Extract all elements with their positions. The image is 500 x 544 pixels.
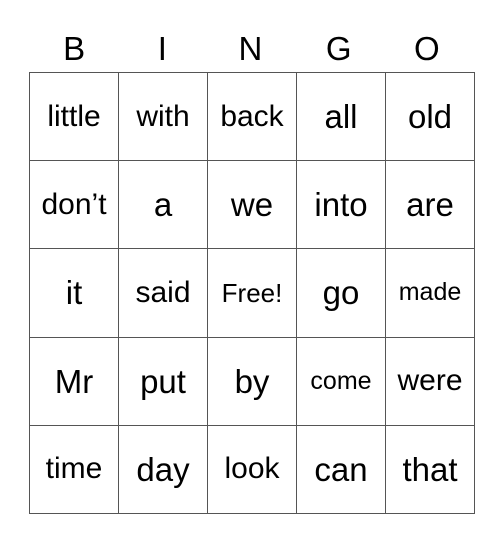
header-letter-i: I [157,30,167,67]
header-letter-o: O [414,30,440,67]
header-letter-n: N [238,30,263,67]
bingo-board: little with back all old don’t a we into… [29,71,475,515]
bingo-cell[interactable]: little [29,71,119,162]
bingo-cell[interactable]: into [296,160,386,250]
bingo-cell[interactable]: by [207,336,297,426]
bingo-cell[interactable]: put [118,336,208,426]
header-letter-b: B [63,30,86,67]
bingo-cell[interactable]: made [385,248,475,338]
bingo-cell[interactable]: day [118,424,208,515]
bingo-cell[interactable]: a [118,160,208,250]
bingo-cell[interactable]: don’t [29,160,119,250]
bingo-cell[interactable]: time [29,424,119,515]
header-letter-g: G [325,30,352,67]
bingo-cell[interactable]: old [385,71,475,162]
bingo-cell[interactable]: can [296,424,386,515]
bingo-cell[interactable]: look [207,424,297,515]
bingo-cell[interactable]: Mr [29,336,119,426]
bingo-cell[interactable]: said [118,248,208,338]
bingo-cell[interactable]: we [207,160,297,250]
bingo-cell[interactable]: back [207,71,297,162]
board-row: time day look can that [29,424,475,515]
board-row: don’t a we into are [29,160,475,250]
bingo-cell[interactable]: are [385,160,475,250]
bingo-header: B I N G O [30,26,471,72]
bingo-cell[interactable]: that [385,424,475,515]
bingo-cell[interactable]: come [296,336,386,426]
board-row: Mr put by come were [29,336,475,426]
bingo-cell[interactable]: all [296,71,386,162]
board-row: it said Free! go made [29,248,475,338]
free-space-cell[interactable]: Free! [207,248,297,338]
bingo-cell[interactable]: go [296,248,386,338]
board-row: little with back all old [29,71,475,162]
bingo-cell[interactable]: with [118,71,208,162]
bingo-cell[interactable]: were [385,336,475,426]
bingo-cell[interactable]: it [29,248,119,338]
